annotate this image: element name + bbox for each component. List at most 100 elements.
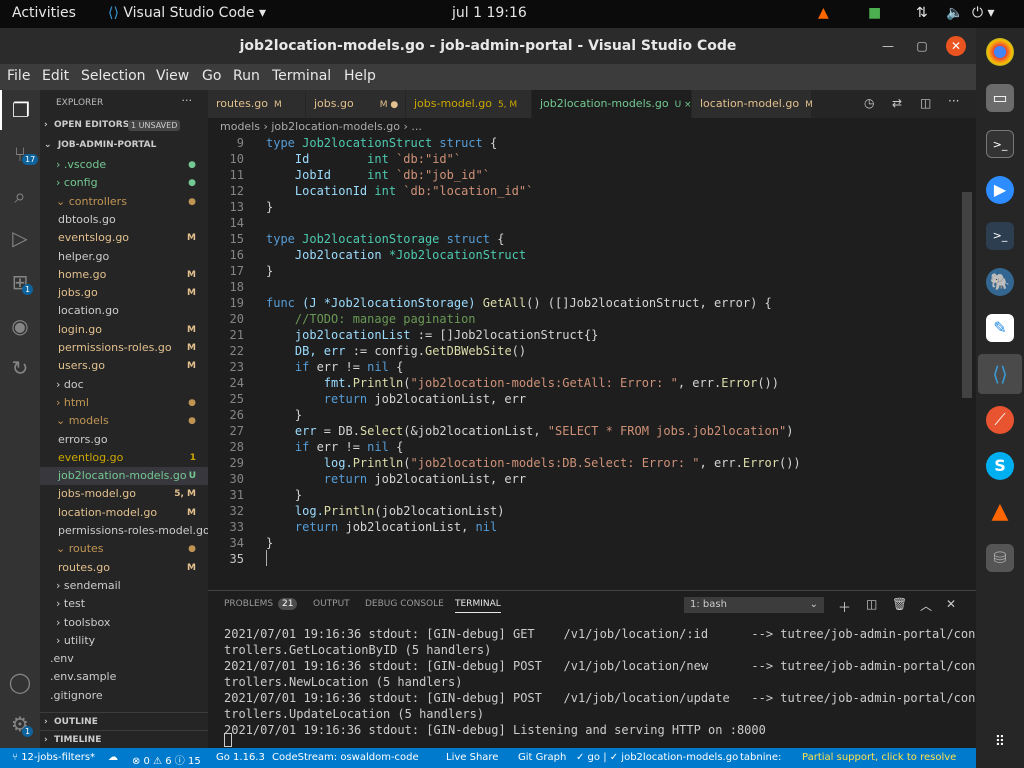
code-editor[interactable]: 9 10 11 12 13 14 15 16 17 18 19 20 21 22 23 24 25 26 27 28 2…: [208, 136, 976, 590]
tree-item[interactable]: › doc: [40, 376, 208, 394]
tab-routes-go[interactable]: routes.go M: [208, 90, 306, 118]
remote-desktop-icon[interactable]: >_: [986, 222, 1014, 250]
tree-item[interactable]: dbtools.go: [40, 211, 208, 229]
chrome-icon[interactable]: [986, 38, 1014, 66]
tree-item[interactable]: .env.sample: [40, 668, 208, 686]
tree-item[interactable]: routes.go M: [40, 559, 208, 577]
tree-item[interactable]: .env: [40, 650, 208, 668]
tree-item[interactable]: › toolsbox: [40, 614, 208, 632]
tab-location-model-go[interactable]: location-model.go M: [692, 90, 813, 118]
tab-terminal[interactable]: TERMINAL: [455, 599, 501, 613]
settings-gear-icon[interactable]: ⚙: [0, 704, 40, 744]
tree-item[interactable]: .gitignore: [40, 687, 208, 705]
editor-more-icon[interactable]: ···: [948, 94, 959, 108]
editor-scrollbar[interactable]: [962, 192, 972, 398]
files-icon[interactable]: ▭: [986, 84, 1014, 112]
tab-debug-console[interactable]: DEBUG CONSOLE: [365, 599, 444, 609]
codestream-status[interactable]: CodeStream: oswaldom-code: [272, 752, 419, 763]
project-root-folder[interactable]: ⌄ JOB-ADMIN-PORTAL: [44, 140, 156, 150]
kill-terminal-icon[interactable]: 🗑: [892, 597, 907, 611]
compare-changes-icon[interactable]: ⇄: [892, 96, 902, 110]
account-icon[interactable]: ◯: [0, 662, 40, 702]
tab-jobs-go[interactable]: jobs.go M ●: [306, 90, 406, 118]
tree-item[interactable]: users.go M: [40, 357, 208, 375]
postman-icon[interactable]: ⟋: [986, 406, 1014, 434]
branch-indicator[interactable]: ⑂ 12-jobs-filters*: [12, 752, 95, 763]
text-editor-icon[interactable]: ✎: [986, 314, 1014, 342]
clock[interactable]: jul 1 19:16: [452, 5, 527, 21]
close-window-button[interactable]: ✕: [946, 36, 966, 56]
minimize-button[interactable]: —: [878, 36, 898, 56]
tree-item[interactable]: permissions-roles-model.go: [40, 522, 208, 540]
update-tray-icon[interactable]: ■: [868, 5, 881, 21]
tree-item[interactable]: permissions-roles.go M: [40, 339, 208, 357]
zoom-icon[interactable]: ▶: [986, 176, 1014, 204]
go-check-status[interactable]: ✓ go | ✓ job2location-models.go: [576, 752, 738, 763]
split-terminal-icon[interactable]: ◫: [866, 597, 877, 611]
extensions-icon[interactable]: ⊞: [0, 262, 40, 302]
menu-go[interactable]: Go: [202, 68, 221, 84]
app-menu[interactable]: ⟨⟩ Visual Studio Code ▾: [108, 5, 266, 21]
outline-section[interactable]: › OUTLINE: [40, 712, 208, 730]
sync-icon[interactable]: ☁: [108, 752, 118, 763]
network-icon[interactable]: ⇅: [916, 5, 928, 21]
timeline-view-icon[interactable]: ◷: [864, 96, 874, 110]
maximize-panel-icon[interactable]: ︿: [920, 597, 932, 614]
activities-button[interactable]: Activities: [12, 5, 76, 21]
maximize-button[interactable]: ▢: [912, 36, 932, 56]
tree-item[interactable]: home.go M: [40, 266, 208, 284]
tree-item[interactable]: eventslog.go M: [40, 229, 208, 247]
tree-item[interactable]: › sendemail: [40, 577, 208, 595]
tree-item[interactable]: › config ●: [40, 174, 208, 192]
usb-drive-icon[interactable]: ⛁: [986, 544, 1014, 572]
tab-output[interactable]: OUTPUT: [313, 599, 350, 609]
problems-indicator[interactable]: ⊗ 0 ⚠ 6 ⓘ 15: [132, 752, 201, 767]
terminal-app-icon[interactable]: >_: [986, 130, 1014, 158]
tab-job2location-models-go[interactable]: job2location-models.go U ×: [532, 90, 692, 118]
tree-item[interactable]: jobs.go M: [40, 284, 208, 302]
git-graph-status[interactable]: Git Graph: [518, 752, 566, 763]
tree-item[interactable]: helper.go: [40, 248, 208, 266]
tree-item[interactable]: location.go: [40, 302, 208, 320]
menu-file[interactable]: File: [7, 68, 30, 84]
tab-jobs-model-go[interactable]: jobs-model.go 5, M: [406, 90, 532, 118]
new-terminal-icon[interactable]: ＋: [838, 597, 851, 616]
live-share-status[interactable]: Live Share: [446, 752, 498, 763]
timeline-section[interactable]: › TIMELINE: [40, 730, 208, 748]
tree-item[interactable]: › html ●: [40, 394, 208, 412]
tree-item[interactable]: › utility: [40, 632, 208, 650]
postgresql-icon[interactable]: 🐘: [986, 268, 1014, 296]
menu-terminal[interactable]: Terminal: [272, 68, 331, 84]
tree-item[interactable]: location-model.go M: [40, 504, 208, 522]
menu-run[interactable]: Run: [233, 68, 260, 84]
show-apps-icon[interactable]: ⠿: [986, 728, 1014, 756]
vlc-icon[interactable]: ▲: [986, 498, 1014, 526]
live-share-icon[interactable]: ↻: [0, 348, 40, 388]
tree-item[interactable]: errors.go: [40, 431, 208, 449]
menu-edit[interactable]: Edit: [42, 68, 69, 84]
tree-item[interactable]: login.go M: [40, 321, 208, 339]
breadcrumb[interactable]: models › job2location-models.go › ...: [208, 118, 976, 136]
tree-item[interactable]: ⌄ models ●: [40, 412, 208, 430]
skype-icon[interactable]: S: [986, 452, 1014, 480]
close-panel-icon[interactable]: ✕: [946, 597, 956, 611]
open-editors-section[interactable]: › OPEN EDITORS: [44, 120, 129, 130]
tree-item[interactable]: jobs-model.go 5, M: [40, 485, 208, 503]
tree-item[interactable]: › .vscode ●: [40, 156, 208, 174]
power-icon[interactable]: ⏻ ▾: [972, 5, 995, 21]
tree-item[interactable]: job2location-models.go U: [40, 467, 208, 486]
tree-item[interactable]: ⌄ controllers ●: [40, 193, 208, 211]
explorer-icon[interactable]: ❐: [0, 90, 40, 130]
partial-support-status[interactable]: Partial support, click to resolve: [802, 752, 956, 763]
split-editor-icon[interactable]: ◫: [920, 96, 931, 110]
tree-item[interactable]: ⌄ routes ●: [40, 540, 208, 558]
vscode-dock-icon[interactable]: ⟨⟩: [986, 360, 1014, 388]
more-actions-icon[interactable]: ···: [182, 94, 193, 107]
vlc-tray-icon[interactable]: ▲: [818, 5, 829, 21]
terminal-select[interactable]: 1: bash ⌄: [684, 597, 824, 613]
tab-problems[interactable]: PROBLEMS: [224, 599, 273, 609]
tree-item[interactable]: › test: [40, 595, 208, 613]
go-version[interactable]: Go 1.16.3: [216, 752, 265, 763]
github-icon[interactable]: ◉: [0, 306, 40, 346]
menu-view[interactable]: View: [156, 68, 189, 84]
